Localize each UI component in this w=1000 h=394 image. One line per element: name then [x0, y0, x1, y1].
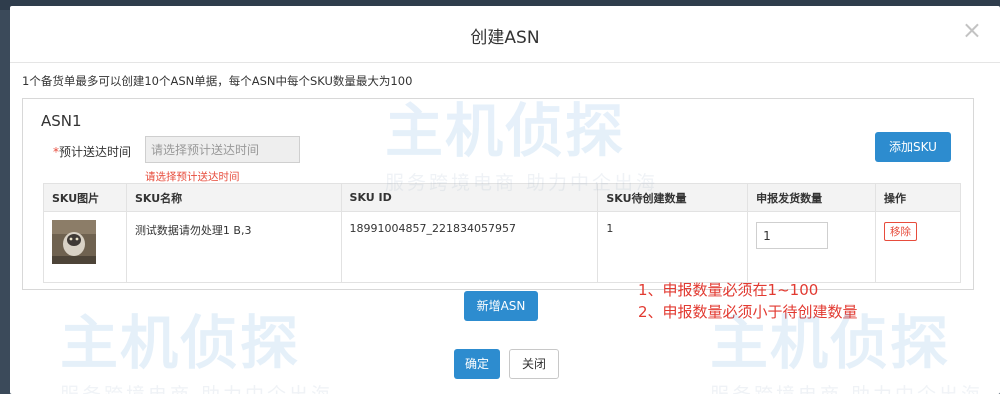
table-row: 测试数据请勿处理1 B,3 18991004857_221834057957 1… — [43, 211, 961, 283]
new-asn-button[interactable]: 新增ASN — [464, 291, 538, 321]
action-cell: 移除 — [875, 211, 961, 283]
sku-image-cell — [43, 211, 127, 283]
note-2: 2、申报数量必须小于待创建数量 — [638, 303, 858, 321]
sku-table-header-row: SKU图片 SKU名称 SKU ID SKU待创建数量 申报发货数量 操作 — [43, 183, 961, 212]
note-1: 1、申报数量必须在1~100 — [638, 281, 819, 299]
delivery-time-input[interactable]: 请选择预计送达时间 — [145, 136, 300, 163]
asn-title: ASN1 — [41, 112, 82, 130]
remove-button[interactable]: 移除 — [884, 222, 918, 241]
col-pending-qty: SKU待创建数量 — [597, 183, 749, 212]
watermark-tagline: 服务跨境电商 助力中企出海 — [710, 380, 983, 394]
asn-section: ASN1 *预计送达时间 请选择预计送达时间 请选择预计送达时间 添加SKU S… — [22, 98, 974, 290]
col-sku-name: SKU名称 — [125, 183, 342, 212]
col-sku-id: SKU ID — [340, 183, 599, 212]
add-sku-button[interactable]: 添加SKU — [875, 132, 951, 162]
col-sku-image: SKU图片 — [43, 183, 127, 212]
declare-qty-cell: 1 — [747, 211, 877, 283]
sku-thumbnail — [52, 220, 96, 264]
asn-limit-info: 1个备货单最多可以创建10个ASN单据，每个ASN中每个SKU数量最大为100 — [22, 74, 413, 88]
sku-table: SKU图片 SKU名称 SKU ID SKU待创建数量 申报发货数量 操作 测试… — [43, 183, 961, 283]
modal-header: 创建ASN × — [10, 6, 1000, 63]
annotation-notes: 1、申报数量必须在1~100 2、申报数量必须小于待创建数量 — [638, 279, 858, 323]
confirm-button[interactable]: 确定 — [454, 349, 500, 379]
watermark-tagline: 服务跨境电商 助力中企出海 — [60, 380, 333, 394]
modal-title: 创建ASN — [470, 28, 540, 48]
watermark-logo: 主机侦探 — [60, 309, 301, 377]
col-declare-qty: 申报发货数量 — [747, 183, 877, 212]
sku-id-cell: 18991004857_221834057957 — [340, 211, 599, 283]
delivery-time-label: *预计送达时间 — [53, 143, 131, 160]
delivery-time-label-text: 预计送达时间 — [59, 145, 132, 159]
delivery-time-error: 请选择预计送达时间 — [145, 171, 240, 183]
create-asn-modal: 创建ASN × 1个备货单最多可以创建10个ASN单据，每个ASN中每个SKU数… — [10, 6, 1000, 394]
col-action: 操作 — [875, 183, 961, 212]
sku-name-cell: 测试数据请勿处理1 B,3 — [125, 211, 342, 283]
watermark: 主机侦探 服务跨境电商 助力中企出海 — [60, 296, 333, 394]
pending-qty-cell: 1 — [597, 211, 749, 283]
declare-qty-input[interactable]: 1 — [756, 222, 829, 249]
close-icon[interactable]: × — [962, 18, 982, 42]
close-button[interactable]: 关闭 — [509, 349, 559, 379]
